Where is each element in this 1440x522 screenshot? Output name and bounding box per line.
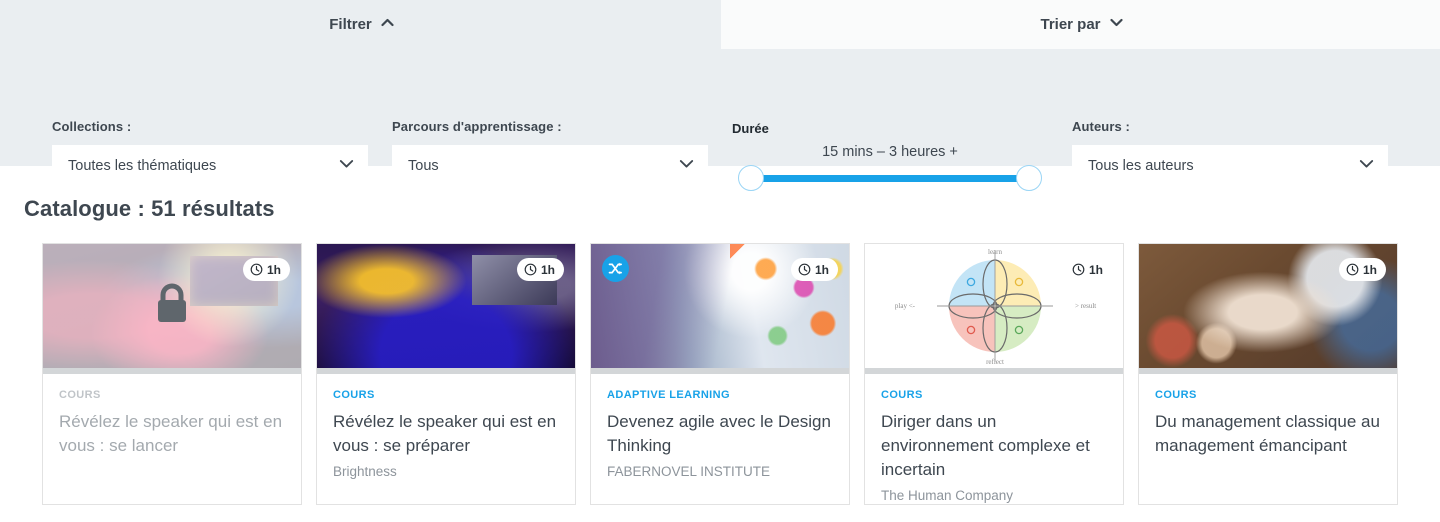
course-card[interactable]: learn > result play <- reflect 1h COURS …: [864, 243, 1124, 505]
duration-badge: 1h: [242, 258, 290, 281]
card-body: ADAPTIVE LEARNING Devenez agile avec le …: [591, 374, 849, 482]
card-title: Révélez le speaker qui est en vous : se …: [59, 412, 283, 455]
card-body: COURS Révélez le speaker qui est en vous…: [317, 374, 575, 482]
svg-text:> result: > result: [1075, 302, 1096, 310]
collections-label: Collections :: [52, 119, 132, 134]
chevron-up-icon: [381, 18, 394, 29]
card-title: Révélez le speaker qui est en vous : se …: [333, 412, 557, 455]
filter-group-auteurs: Auteurs : Tous les auteurs: [1072, 119, 1388, 186]
course-card[interactable]: 1h COURS Révélez le speaker qui est en v…: [42, 243, 302, 505]
chevron-down-icon: [339, 159, 354, 173]
shuffle-icon: [602, 255, 629, 282]
duration-text: 1h: [266, 262, 281, 277]
card-kicker: COURS: [59, 389, 101, 401]
filter-group-duree: Durée 15 mins – 3 heures +: [732, 121, 1048, 191]
card-title: Diriger dans un environnement complexe e…: [881, 412, 1090, 479]
filter-group-collections: Collections : Toutes les thématiques: [52, 119, 368, 186]
chevron-down-icon: [1109, 18, 1123, 29]
clock-icon: [524, 263, 537, 276]
duration-badge: 1h: [790, 258, 838, 281]
card-media: 1h: [317, 244, 575, 368]
duration-badge: 1h: [516, 258, 564, 281]
duration-text: 1h: [814, 262, 829, 277]
clock-icon: [250, 263, 263, 276]
card-body: COURS Du management classique au managem…: [1139, 374, 1397, 458]
card-kicker: ADAPTIVE LEARNING: [607, 389, 730, 401]
card-media: 1h: [43, 244, 301, 368]
card-kicker: COURS: [1155, 389, 1197, 401]
chevron-down-icon: [1359, 159, 1374, 173]
slider-track[interactable]: [751, 175, 1029, 182]
lock-icon: [153, 282, 191, 331]
auteurs-label: Auteurs :: [1072, 119, 1130, 134]
auteurs-select-value: Tous les auteurs: [1088, 157, 1194, 174]
card-media: 1h: [1139, 244, 1397, 368]
slider-handle-max[interactable]: [1016, 165, 1042, 191]
chevron-down-icon: [679, 159, 694, 173]
duree-label: Durée: [732, 121, 769, 136]
svg-text:play <-: play <-: [895, 302, 916, 310]
card-body: COURS Diriger dans un environnement comp…: [865, 374, 1123, 504]
collections-select-value: Toutes les thématiques: [68, 157, 217, 174]
parcours-select[interactable]: Tous: [392, 145, 708, 186]
card-author: The Human Company: [881, 488, 1014, 503]
course-card[interactable]: 1h COURS Du management classique au mana…: [1138, 243, 1398, 505]
slider-handle-min[interactable]: [738, 165, 764, 191]
filter-group-parcours: Parcours d'apprentissage : Tous: [392, 119, 708, 186]
filter-panel: Collections : Toutes les thématiques Par…: [0, 49, 1440, 191]
card-author: FABERNOVEL INSTITUTE: [607, 464, 771, 479]
card-title: Devenez agile avec le Design Thinking: [607, 412, 831, 455]
card-title: Du management classique au management ém…: [1155, 412, 1380, 455]
tab-sort[interactable]: Trier par: [721, 0, 1440, 49]
clock-icon: [1346, 263, 1359, 276]
duration-range-slider[interactable]: 15 mins – 3 heures +: [732, 144, 1048, 191]
card-media: 1h: [591, 244, 849, 368]
duration-text: 1h: [1088, 262, 1103, 277]
svg-text:reflect: reflect: [986, 358, 1004, 366]
course-card[interactable]: 1h COURS Révélez le speaker qui est en v…: [316, 243, 576, 505]
card-kicker: COURS: [881, 389, 923, 401]
course-card-grid: 1h COURS Révélez le speaker qui est en v…: [0, 222, 1440, 505]
parcours-select-value: Tous: [408, 157, 439, 174]
card-body: COURS Révélez le speaker qui est en vous…: [43, 374, 301, 458]
clock-icon: [1072, 263, 1085, 276]
tab-sort-label: Trier par: [1040, 16, 1101, 33]
auteurs-select[interactable]: Tous les auteurs: [1072, 145, 1388, 186]
results-area: Catalogue : 51 résultats 1h COURS Révéle…: [0, 166, 1440, 505]
card-media: learn > result play <- reflect 1h: [865, 244, 1123, 368]
tab-filter-label: Filtrer: [329, 16, 372, 33]
tab-filter[interactable]: Filtrer: [0, 0, 721, 49]
svg-text:learn: learn: [988, 248, 1002, 256]
card-author: Brightness: [333, 464, 397, 479]
duration-range-caption: 15 mins – 3 heures +: [822, 144, 958, 160]
duration-text: 1h: [1362, 262, 1377, 277]
course-card[interactable]: 1h ADAPTIVE LEARNING Devenez agile avec …: [590, 243, 850, 505]
duration-badge: 1h: [1065, 258, 1112, 281]
collections-select[interactable]: Toutes les thématiques: [52, 145, 368, 186]
duration-text: 1h: [540, 262, 555, 277]
card-kicker: COURS: [333, 389, 375, 401]
parcours-label: Parcours d'apprentissage :: [392, 119, 562, 134]
filter-sort-tabbar: Filtrer Trier par: [0, 0, 1440, 49]
duration-badge: 1h: [1338, 258, 1386, 281]
clock-icon: [798, 263, 811, 276]
